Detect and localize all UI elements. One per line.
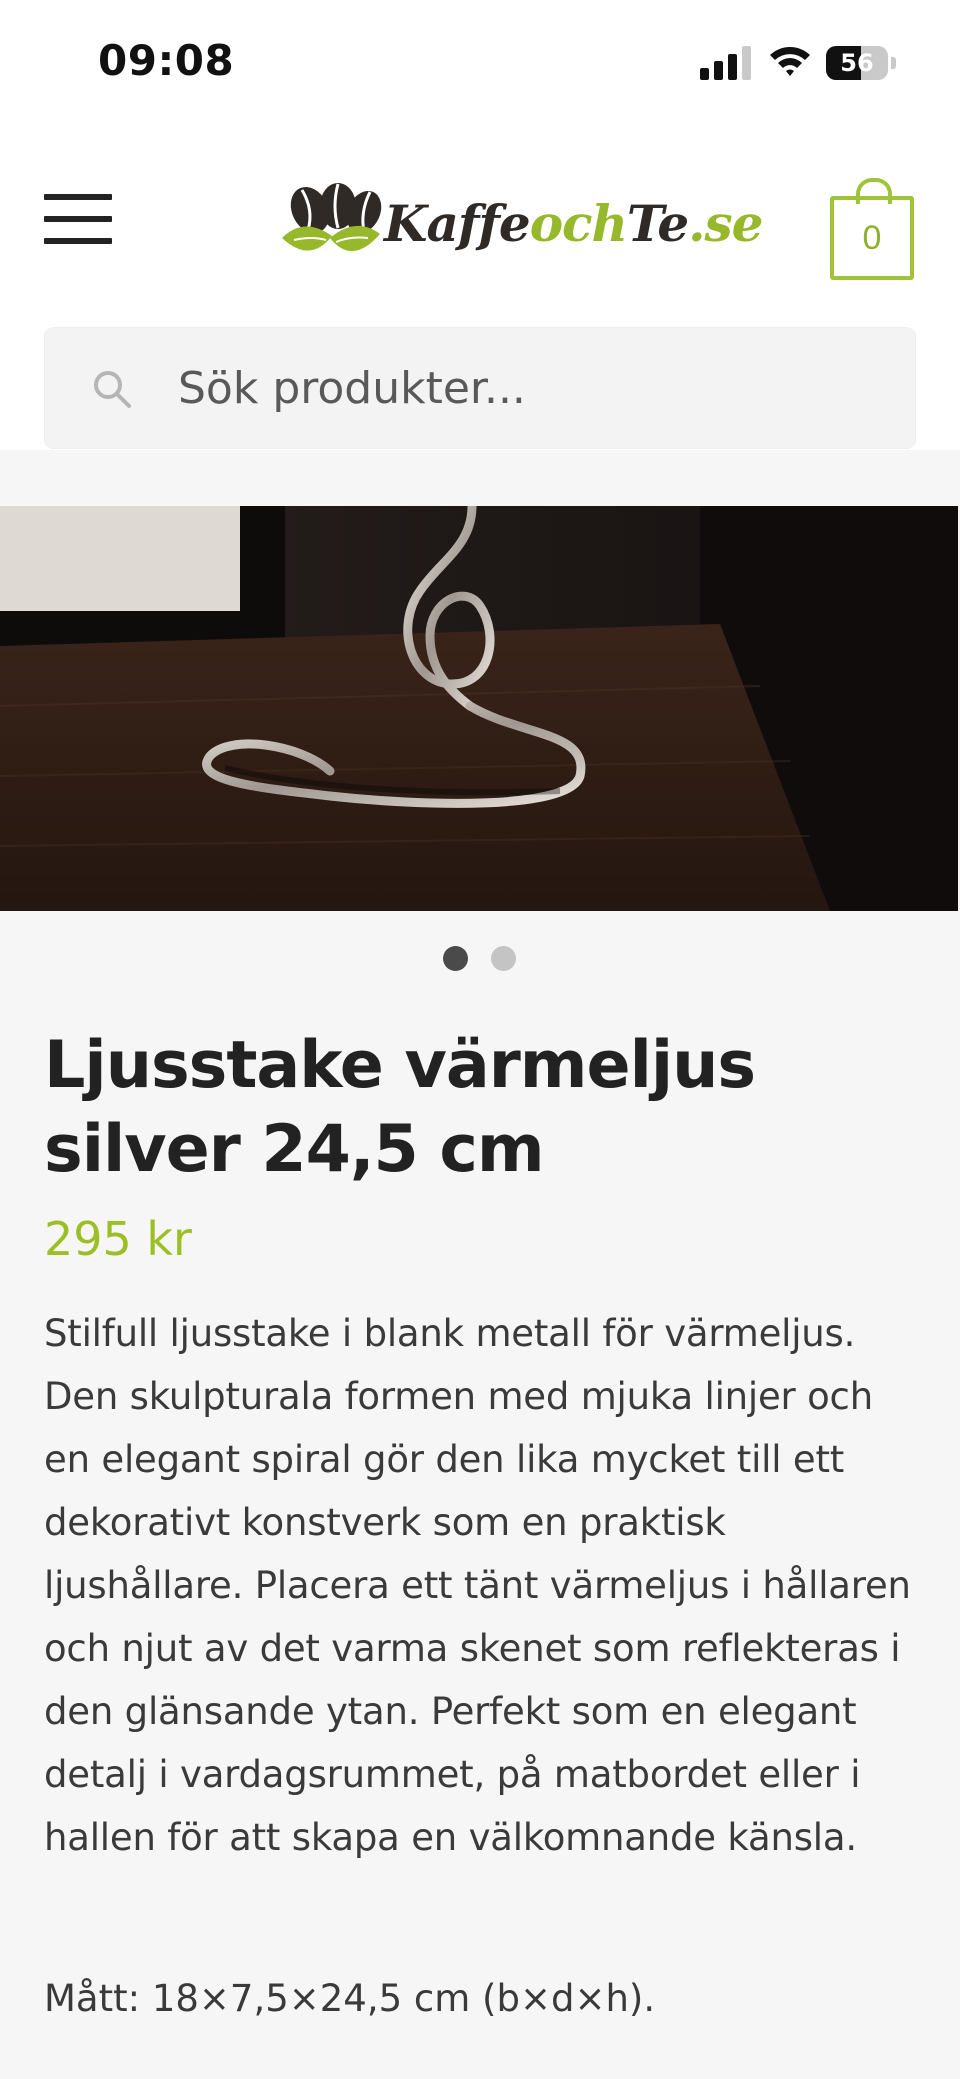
search-icon [94,371,131,408]
battery-level: 56 [840,49,874,77]
search-input[interactable] [178,327,878,449]
hamburger-line [44,194,112,200]
cellular-signal-icon [700,46,751,80]
hamburger-line [44,238,112,244]
logo-text-och: och [529,194,628,253]
product-title: Ljusstake värmeljus silver 24,5 cm [44,1028,756,1187]
carousel-pagination [0,946,960,972]
logo-text-kaffe: Kaffe [384,194,531,253]
coffee-leaf-logo-icon [282,183,382,252]
product-image[interactable] [0,506,958,911]
cart-button[interactable]: 0 [830,178,914,280]
product-photo [0,506,958,911]
logo-text-se: .se [688,194,763,253]
product-description: Stilfull ljusstake i blank metall för vä… [44,1312,911,1859]
product-dimensions: Mått: 18×7,5×24,5 cm (b×d×h). [44,1977,656,2020]
carousel-dot-2[interactable] [491,946,516,971]
status-time: 09:08 [98,36,235,85]
status-bar: 09:08 56 [0,0,960,130]
site-header: KaffeochTe.se 0 [0,130,960,450]
hamburger-line [44,216,112,222]
product-price: 295 kr [44,1212,192,1266]
battery-icon: 56 [826,46,898,80]
search-box [44,327,916,449]
logo-wordmark: KaffeochTe.se [384,194,764,253]
cart-count: 0 [830,196,914,280]
carousel-dot-1[interactable] [443,946,468,971]
wifi-icon [770,47,810,76]
site-logo[interactable]: KaffeochTe.se [280,182,764,266]
logo-text-te: Te [626,194,689,253]
menu-button[interactable] [44,194,112,244]
